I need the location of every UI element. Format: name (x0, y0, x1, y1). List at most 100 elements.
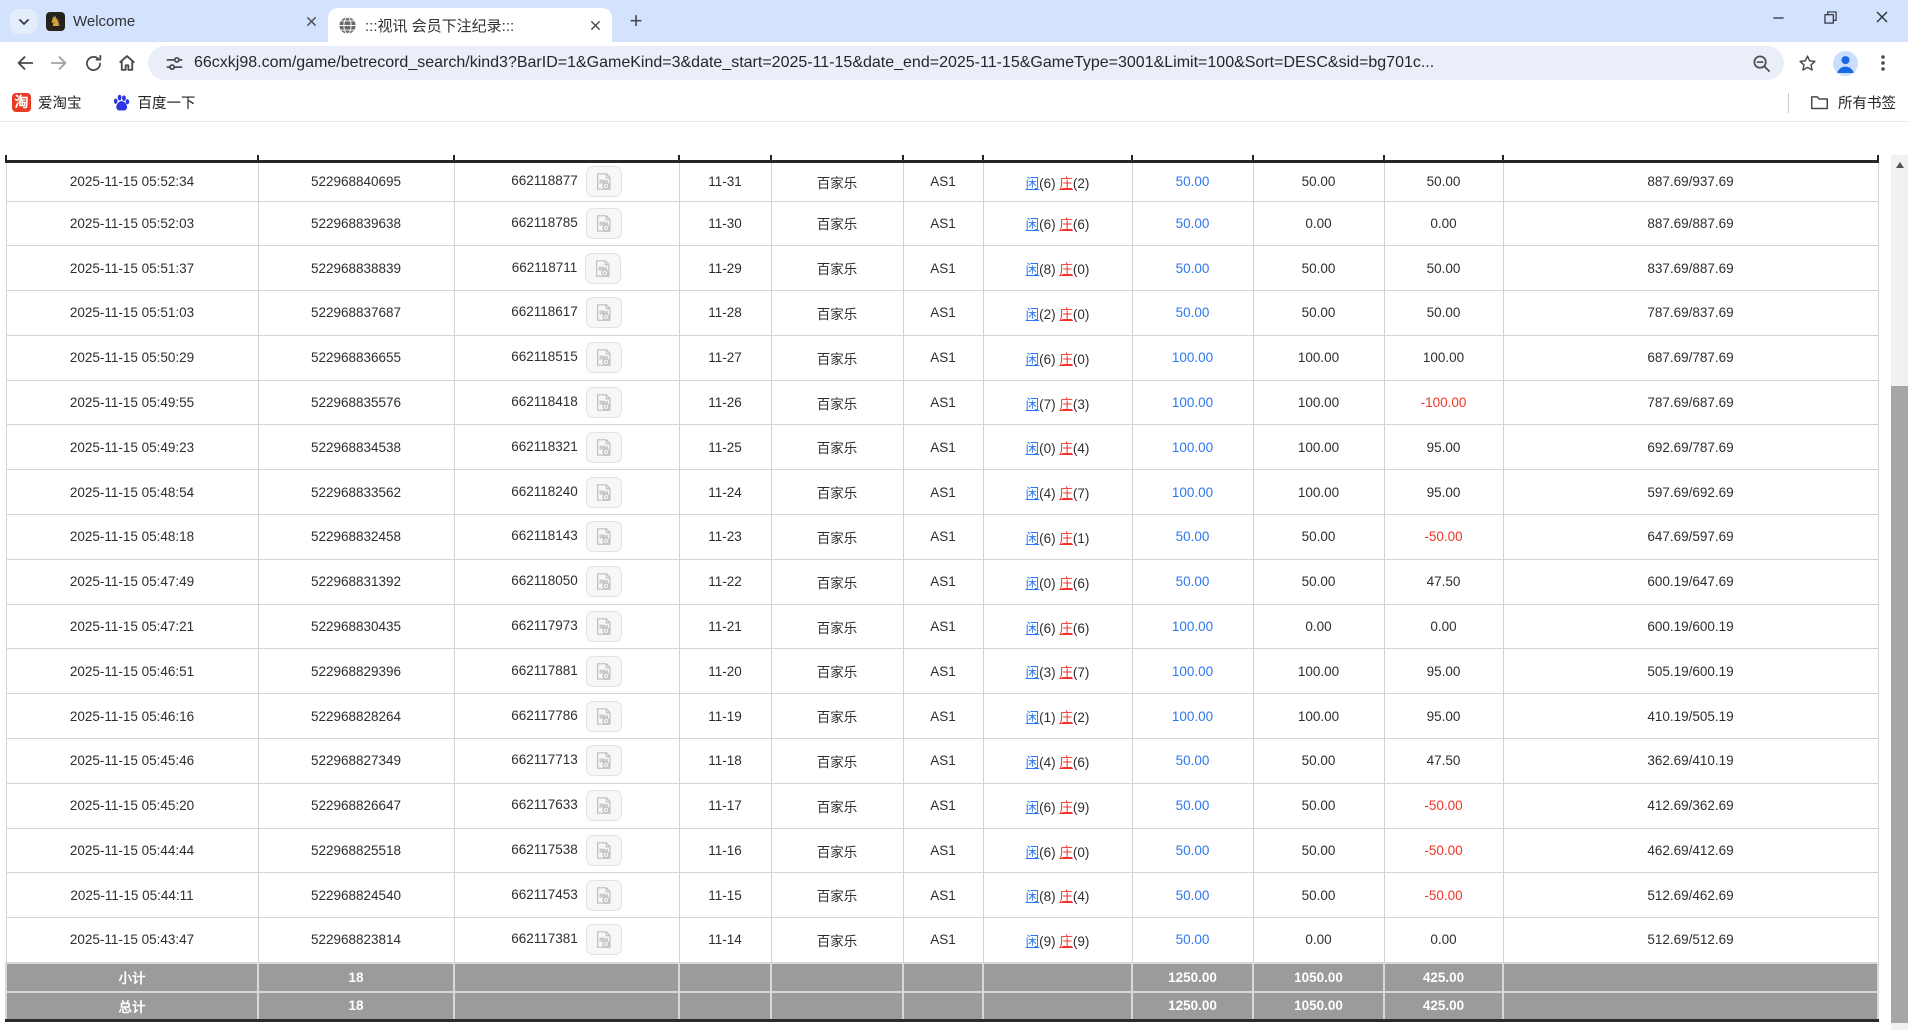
player-result-link[interactable]: 闲 (1026, 307, 1040, 322)
player-result-link[interactable]: 闲 (1026, 934, 1040, 949)
player-result-link[interactable]: 闲 (1026, 710, 1040, 725)
home-button[interactable] (110, 46, 144, 80)
address-bar[interactable]: 66cxkj98.com/game/betrecord_search/kind3… (148, 46, 1784, 80)
player-result-link[interactable]: 闲 (1026, 800, 1040, 815)
banker-result-link[interactable]: 庄 (1059, 934, 1073, 949)
banker-result-link[interactable]: 庄 (1059, 352, 1073, 367)
banker-result-link[interactable]: 庄 (1059, 710, 1073, 725)
tab-close-icon[interactable] (584, 14, 606, 36)
video-replay-button[interactable] (586, 297, 622, 328)
forward-button[interactable] (42, 46, 76, 80)
all-bookmarks-button[interactable]: 所有书签 (1788, 92, 1896, 113)
bet-amount-link[interactable]: 100.00 (1172, 395, 1213, 410)
reload-button[interactable] (76, 46, 110, 80)
video-replay-button[interactable] (586, 924, 622, 955)
tab-close-icon[interactable] (300, 10, 322, 32)
video-replay-button[interactable] (586, 880, 622, 911)
bet-amount-link[interactable]: 50.00 (1176, 798, 1210, 813)
scrollbar-up-button[interactable] (1891, 155, 1908, 174)
player-result-link[interactable]: 闲 (1026, 889, 1040, 904)
close-window-button[interactable] (1856, 0, 1908, 34)
player-result-link[interactable]: 闲 (1026, 262, 1040, 277)
tab-welcome[interactable]: ♞ Welcome (36, 0, 328, 42)
video-replay-button[interactable] (586, 387, 622, 418)
new-tab-button[interactable]: + (622, 7, 650, 35)
player-result-link[interactable]: 闲 (1026, 845, 1040, 860)
banker-result-link[interactable]: 庄 (1059, 531, 1073, 546)
bet-amount-link[interactable]: 100.00 (1172, 619, 1213, 634)
video-replay-button[interactable] (586, 566, 622, 597)
bet-amount-link[interactable]: 50.00 (1176, 174, 1210, 189)
zoom-indicator-button[interactable] (1746, 48, 1776, 78)
video-replay-button[interactable] (586, 701, 622, 732)
cell-round-id: 662117453 (454, 873, 679, 918)
video-replay-button[interactable] (586, 208, 622, 239)
video-replay-button[interactable] (586, 166, 622, 197)
video-replay-button[interactable] (586, 835, 622, 866)
banker-result-link[interactable]: 庄 (1059, 621, 1073, 636)
tab-list-chevron-button[interactable] (10, 9, 37, 34)
bookmark-star-button[interactable] (1790, 46, 1824, 80)
video-replay-button[interactable] (586, 521, 622, 552)
player-result-link[interactable]: 闲 (1026, 352, 1040, 367)
player-result-link[interactable]: 闲 (1026, 441, 1040, 456)
banker-result-link[interactable]: 庄 (1059, 576, 1073, 591)
player-result-link[interactable]: 闲 (1026, 755, 1040, 770)
bet-amount-link[interactable]: 50.00 (1176, 261, 1210, 276)
bet-amount-link[interactable]: 100.00 (1172, 485, 1213, 500)
bet-amount-link[interactable]: 50.00 (1176, 932, 1210, 947)
banker-result-link[interactable]: 庄 (1059, 845, 1073, 860)
bet-amount-link[interactable]: 50.00 (1176, 305, 1210, 320)
banker-result-link[interactable]: 庄 (1059, 755, 1073, 770)
player-result-link[interactable]: 闲 (1026, 621, 1040, 636)
player-result-link[interactable]: 闲 (1026, 397, 1040, 412)
video-replay-button[interactable] (586, 432, 622, 463)
player-result-link[interactable]: 闲 (1026, 486, 1040, 501)
cell-win-loss: 0.00 (1384, 604, 1503, 649)
banker-result-link[interactable]: 庄 (1059, 176, 1073, 191)
back-button[interactable] (8, 46, 42, 80)
video-replay-button[interactable] (586, 656, 622, 687)
player-result-link[interactable]: 闲 (1026, 176, 1040, 191)
banker-result-link[interactable]: 庄 (1059, 441, 1073, 456)
bet-amount-link[interactable]: 100.00 (1172, 664, 1213, 679)
cell-bet-id: 522968828264 (258, 694, 454, 739)
site-info-button[interactable] (160, 49, 188, 77)
bookmark-aitaobao[interactable]: 淘 爱淘宝 (12, 92, 82, 113)
bet-amount-link[interactable]: 100.00 (1172, 709, 1213, 724)
player-result-link[interactable]: 闲 (1026, 665, 1040, 680)
banker-result-link[interactable]: 庄 (1059, 800, 1073, 815)
minimize-button[interactable] (1752, 0, 1804, 34)
video-replay-button[interactable] (585, 253, 621, 284)
banker-result-link[interactable]: 庄 (1059, 217, 1073, 232)
bet-amount-link[interactable]: 50.00 (1176, 574, 1210, 589)
bet-amount-link[interactable]: 50.00 (1176, 888, 1210, 903)
video-replay-button[interactable] (586, 745, 622, 776)
banker-result-link[interactable]: 庄 (1059, 486, 1073, 501)
video-replay-button[interactable] (586, 790, 622, 821)
banker-result-link[interactable]: 庄 (1059, 889, 1073, 904)
tab-bet-record[interactable]: :::视讯 会员下注纪录::: (328, 8, 612, 42)
banker-result-link[interactable]: 庄 (1059, 397, 1073, 412)
bookmark-baidu[interactable]: 百度一下 (112, 92, 196, 113)
bet-amount-link[interactable]: 50.00 (1176, 753, 1210, 768)
bet-amount-link[interactable]: 50.00 (1176, 843, 1210, 858)
banker-result-link[interactable]: 庄 (1059, 665, 1073, 680)
banker-result-link[interactable]: 庄 (1059, 307, 1073, 322)
profile-avatar-button[interactable] (1828, 46, 1862, 80)
vertical-scrollbar[interactable] (1891, 155, 1908, 1030)
bet-amount-link[interactable]: 100.00 (1172, 350, 1213, 365)
video-replay-button[interactable] (586, 477, 622, 508)
restore-button[interactable] (1804, 0, 1856, 34)
bet-amount-link[interactable]: 50.00 (1176, 216, 1210, 231)
bet-amount-link[interactable]: 50.00 (1176, 529, 1210, 544)
bet-amount-link[interactable]: 100.00 (1172, 440, 1213, 455)
video-replay-button[interactable] (586, 611, 622, 642)
player-result-link[interactable]: 闲 (1026, 531, 1040, 546)
video-replay-button[interactable] (586, 342, 622, 373)
player-result-link[interactable]: 闲 (1026, 576, 1040, 591)
scrollbar-thumb[interactable] (1891, 386, 1908, 1023)
menu-button[interactable] (1866, 46, 1900, 80)
player-result-link[interactable]: 闲 (1026, 217, 1040, 232)
banker-result-link[interactable]: 庄 (1059, 262, 1073, 277)
